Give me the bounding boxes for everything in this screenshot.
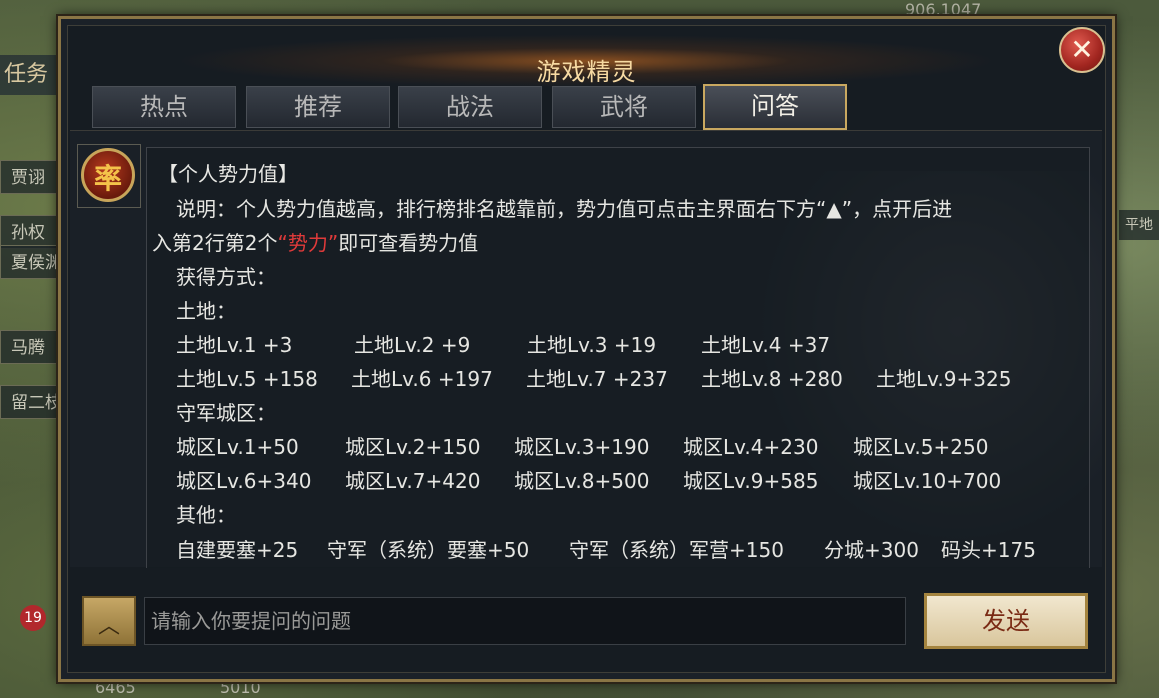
land-level-value: 土地Lv.5 +158 bbox=[176, 367, 318, 391]
tab-hot[interactable]: 热点 bbox=[92, 86, 236, 128]
task-item[interactable]: 夏侯渊 bbox=[0, 245, 66, 279]
land-level-value: 土地Lv.1 +3 bbox=[176, 333, 293, 357]
city-level-value: 城区Lv.2+150 bbox=[345, 435, 481, 459]
other-label: 其他： bbox=[176, 503, 236, 527]
close-icon: ✕ bbox=[1070, 33, 1094, 66]
city-level-value: 城区Lv.6+340 bbox=[176, 469, 312, 493]
avatar-glyph: 率 bbox=[93, 162, 122, 195]
task-item[interactable]: 贾诩 bbox=[0, 160, 66, 194]
desc-text: 即可查看势力值 bbox=[338, 231, 479, 255]
city-level-value: 城区Lv.5+250 bbox=[853, 435, 989, 459]
land-level-value: 土地Lv.9+325 bbox=[876, 367, 1012, 391]
chevron-up-icon: ︿ bbox=[97, 614, 120, 639]
land-label: 土地： bbox=[176, 299, 236, 323]
send-button[interactable]: 发送 bbox=[924, 593, 1088, 649]
notification-badge[interactable]: 19 bbox=[20, 605, 46, 631]
land-level-value: 土地Lv.3 +19 bbox=[527, 333, 657, 357]
city-level-value: 城区Lv.9+585 bbox=[683, 469, 819, 493]
city-level-value: 城区Lv.1+50 bbox=[176, 435, 299, 459]
dialog-title: 游戏精灵 bbox=[536, 58, 637, 86]
assistant-avatar: 率 bbox=[81, 148, 135, 202]
city-level-value: 城区Lv.3+190 bbox=[514, 435, 650, 459]
message-heading: 【个人势力值】 bbox=[158, 162, 298, 186]
other-value: 守军（系统）要塞+50 bbox=[327, 538, 530, 562]
city-level-value: 城区Lv.7+420 bbox=[345, 469, 481, 493]
tab-recommend[interactable]: 推荐 bbox=[246, 86, 390, 128]
message-description: 说明：个人势力值越高，排行榜排名越靠前，势力值可点击主界面右下方“▲”，点开后进 bbox=[176, 197, 953, 221]
task-item[interactable]: 马腾 bbox=[0, 330, 66, 364]
obtain-label: 获得方式： bbox=[176, 265, 276, 289]
land-level-value: 土地Lv.8 +280 bbox=[701, 367, 843, 391]
message-description-cont: 入第2行第2个“势力”即可查看势力值 bbox=[152, 227, 478, 256]
other-value: 自建要塞+25 bbox=[176, 538, 299, 562]
expand-button[interactable]: ︿ bbox=[82, 596, 136, 646]
desc-text: 入第2行第2个 bbox=[152, 231, 278, 255]
tab-qa[interactable]: 问答 bbox=[703, 84, 847, 130]
land-level-value: 土地Lv.7 +237 bbox=[526, 367, 668, 391]
tab-generals[interactable]: 武将 bbox=[552, 86, 696, 128]
terrain-label: 平地 bbox=[1119, 210, 1159, 240]
city-level-value: 城区Lv.8+500 bbox=[514, 469, 650, 493]
other-value: 守军（系统）军营+150 bbox=[569, 538, 784, 562]
city-level-value: 城区Lv.4+230 bbox=[683, 435, 819, 459]
land-level-value: 土地Lv.6 +197 bbox=[351, 367, 493, 391]
close-button[interactable]: ✕ bbox=[1059, 27, 1105, 73]
land-level-value: 土地Lv.2 +9 bbox=[354, 333, 471, 357]
tab-tactics[interactable]: 战法 bbox=[398, 86, 542, 128]
question-input[interactable] bbox=[144, 597, 906, 645]
task-panel-header[interactable]: 任务 bbox=[0, 55, 64, 95]
other-value: 分城+300 bbox=[824, 538, 919, 562]
task-item[interactable]: 孙权 bbox=[0, 215, 66, 249]
power-highlight: “势力” bbox=[277, 231, 339, 255]
title-bar: 游戏精灵 bbox=[104, 30, 1069, 92]
land-level-value: 土地Lv.4 +37 bbox=[701, 333, 831, 357]
city-level-value: 城区Lv.10+700 bbox=[853, 469, 1002, 493]
other-value: 码头+175 bbox=[941, 538, 1036, 562]
city-label: 守军城区： bbox=[176, 401, 276, 425]
task-item[interactable]: 留二枝 bbox=[0, 385, 66, 419]
